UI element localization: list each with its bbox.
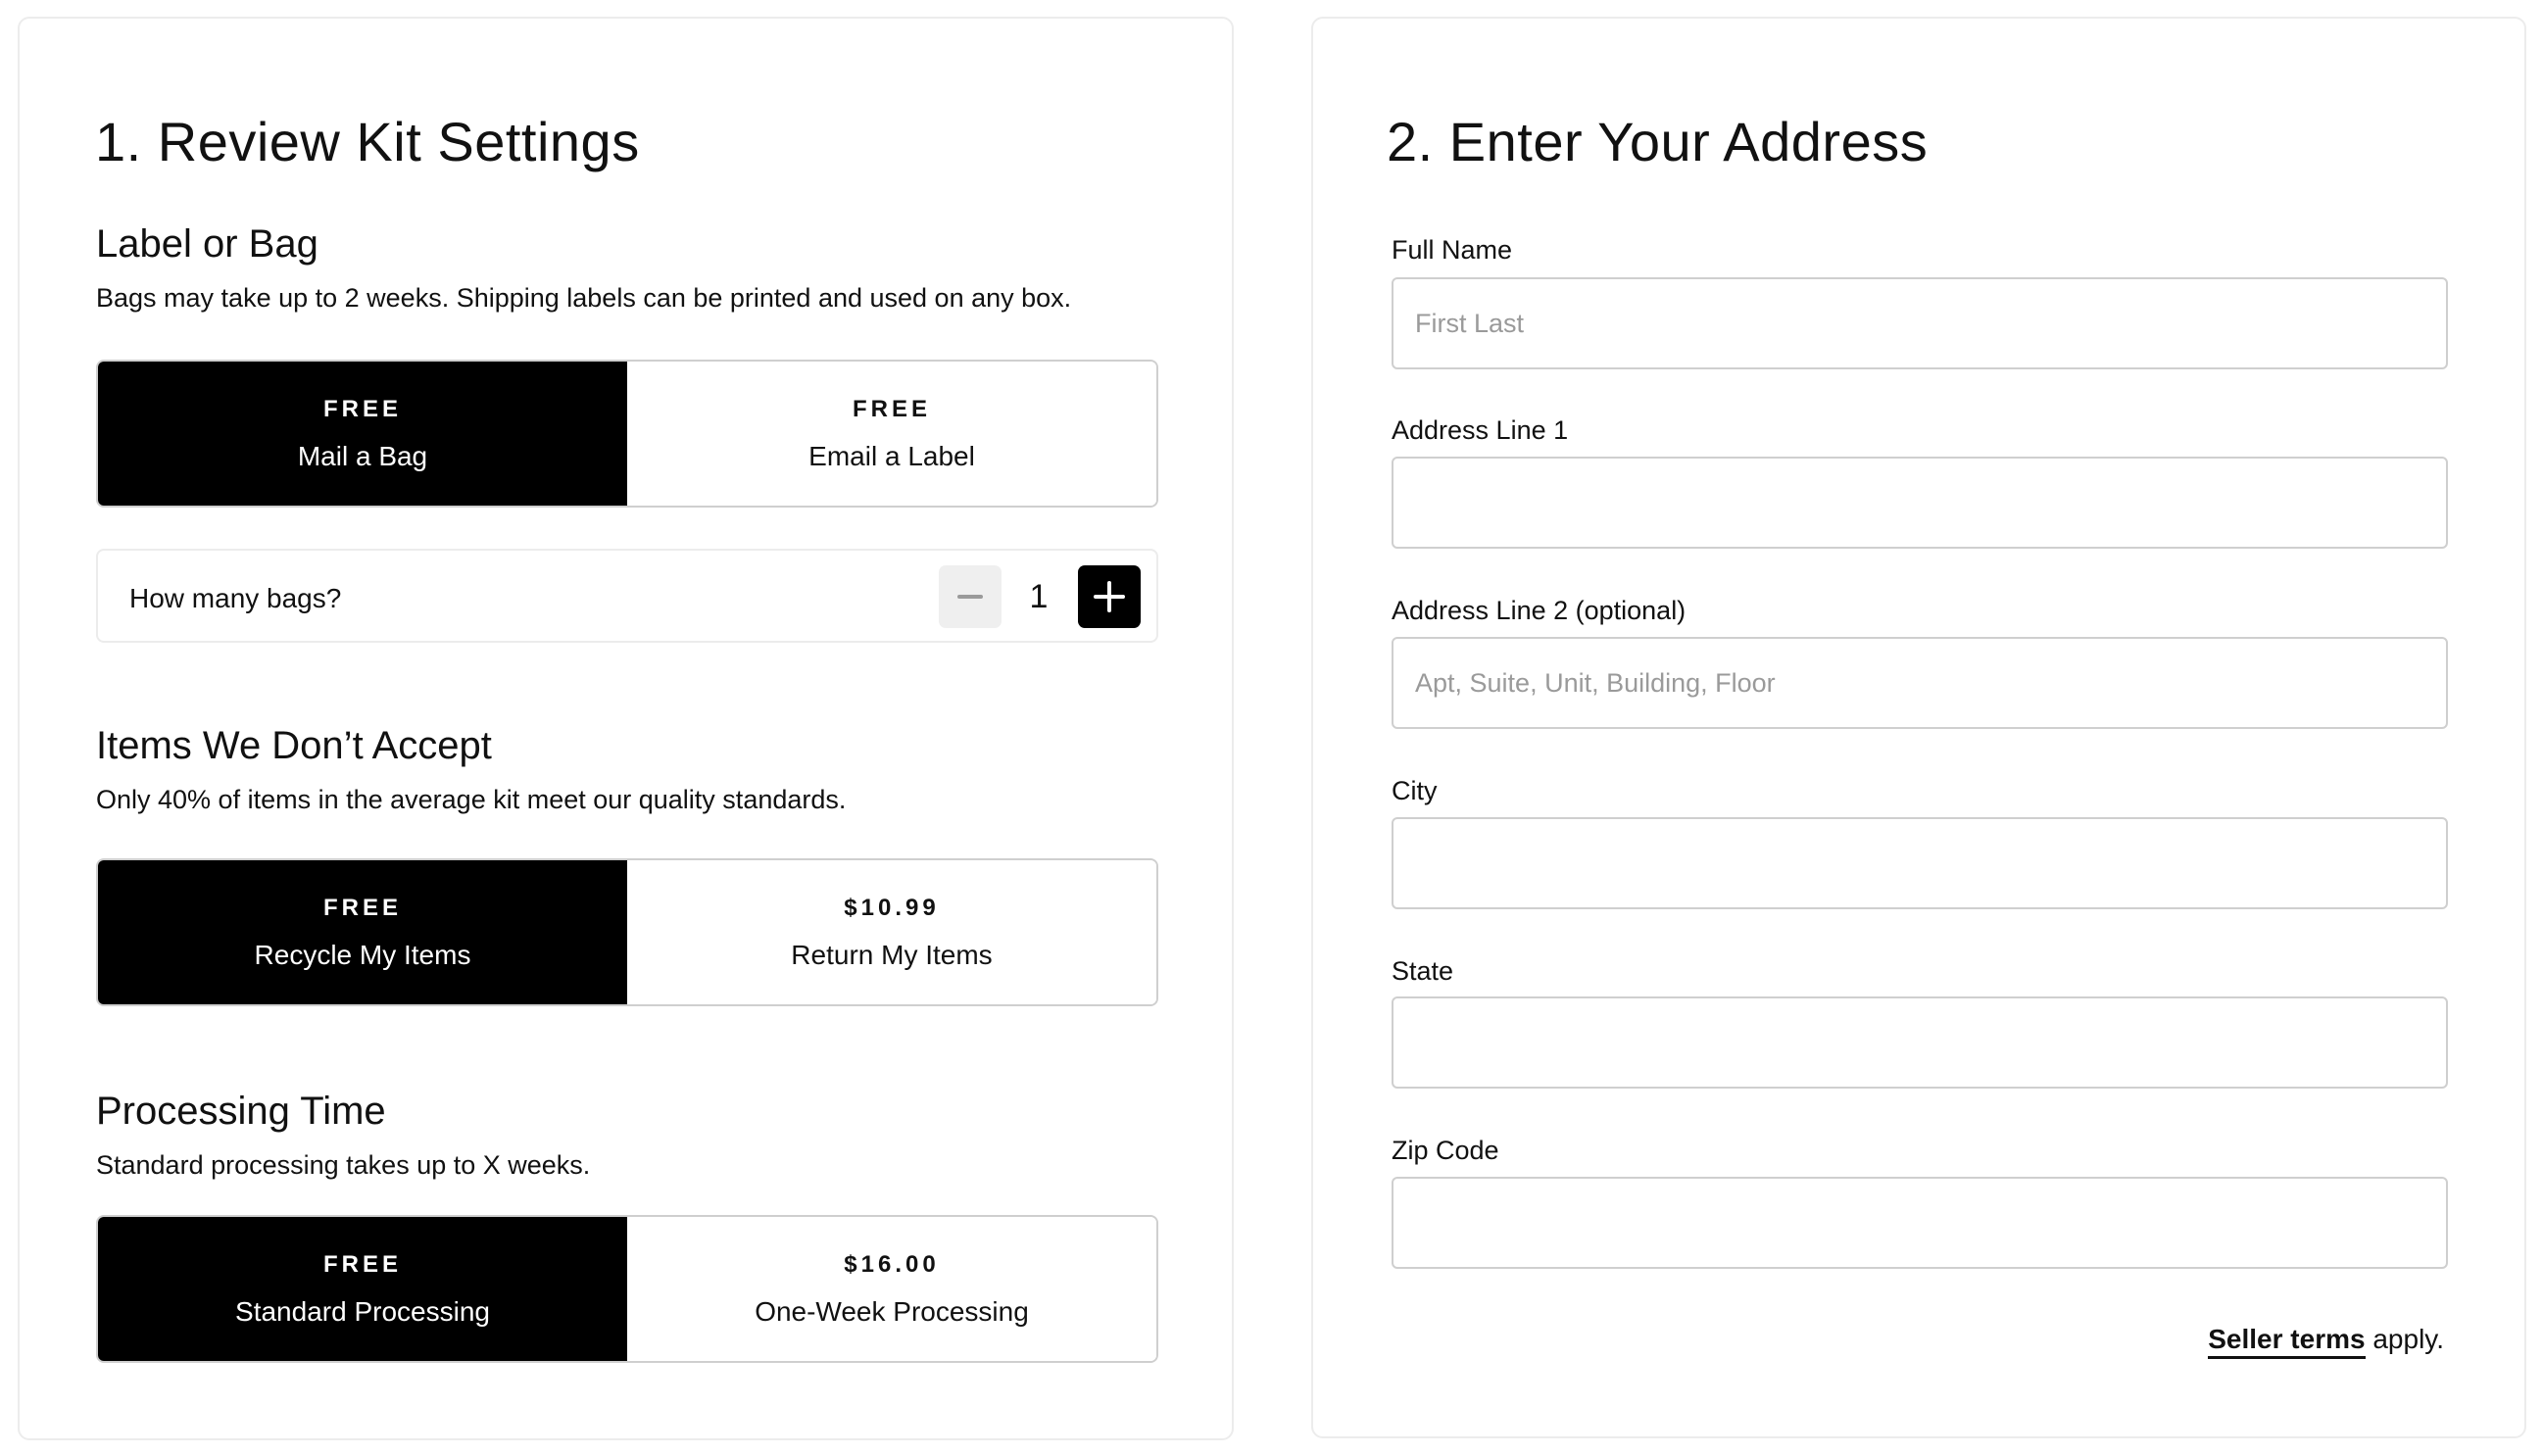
option-price: $16.00 xyxy=(844,1250,940,1278)
minus-icon xyxy=(957,595,983,599)
label-or-bag-title: Label or Bag xyxy=(96,222,318,266)
zip-code-label: Zip Code xyxy=(1392,1136,1499,1165)
address-line-2-label: Address Line 2 (optional) xyxy=(1392,596,1687,625)
option-email-a-label[interactable]: FREE Email a Label xyxy=(627,362,1156,506)
state-label: State xyxy=(1392,956,1454,986)
option-recycle-my-items[interactable]: FREE Recycle My Items xyxy=(98,860,627,1004)
option-return-my-items[interactable]: $10.99 Return My Items xyxy=(627,860,1156,1004)
option-name: Mail a Bag xyxy=(297,440,428,471)
option-name: Email a Label xyxy=(808,440,975,471)
option-name: Return My Items xyxy=(791,939,993,970)
kit-settings-title: 1. Review Kit Settings xyxy=(95,111,640,172)
seller-terms-link[interactable]: Seller terms xyxy=(2208,1324,2366,1359)
option-name: Recycle My Items xyxy=(254,939,471,970)
address-line-1-label: Address Line 1 xyxy=(1392,415,1569,445)
option-price: $10.99 xyxy=(844,894,940,921)
kit-settings-panel: 1. Review Kit Settings Label or Bag Bags… xyxy=(18,17,1234,1440)
option-price: FREE xyxy=(322,395,402,422)
option-price: FREE xyxy=(322,894,402,921)
items-not-accepted-description: Only 40% of items in the average kit mee… xyxy=(96,785,847,814)
option-one-week-processing[interactable]: $16.00 One-Week Processing xyxy=(627,1217,1156,1361)
seller-terms-note: Seller terms apply. xyxy=(2208,1324,2444,1359)
city-input[interactable] xyxy=(1392,817,2448,909)
label-or-bag-description: Bags may take up to 2 weeks. Shipping la… xyxy=(96,283,1072,313)
option-name: Standard Processing xyxy=(235,1295,490,1327)
option-name: One-Week Processing xyxy=(755,1295,1029,1327)
option-price: FREE xyxy=(852,395,931,422)
items-not-accepted-title: Items We Don’t Accept xyxy=(96,724,492,767)
bag-count-stepper: How many bags? 1 xyxy=(96,549,1158,643)
increment-button[interactable] xyxy=(1078,565,1141,628)
full-name-input[interactable] xyxy=(1392,277,2448,369)
processing-time-toggle: FREE Standard Processing $16.00 One-Week… xyxy=(96,1215,1158,1363)
processing-time-description: Standard processing takes up to X weeks. xyxy=(96,1150,591,1180)
processing-time-title: Processing Time xyxy=(96,1090,386,1133)
zip-code-input[interactable] xyxy=(1392,1177,2448,1269)
address-line-1-input[interactable] xyxy=(1392,457,2448,549)
bag-count-value: 1 xyxy=(1029,578,1049,615)
label-or-bag-toggle: FREE Mail a Bag FREE Email a Label xyxy=(96,360,1158,508)
address-title: 2. Enter Your Address xyxy=(1387,111,1929,172)
option-mail-a-bag[interactable]: FREE Mail a Bag xyxy=(98,362,627,506)
address-panel: 2. Enter Your Address Full Name Address … xyxy=(1311,17,2526,1438)
seller-terms-suffix: apply. xyxy=(2365,1324,2444,1354)
items-not-accepted-toggle: FREE Recycle My Items $10.99 Return My I… xyxy=(96,858,1158,1006)
option-price: FREE xyxy=(322,1250,402,1278)
plus-icon xyxy=(1094,581,1125,612)
option-standard-processing[interactable]: FREE Standard Processing xyxy=(98,1217,627,1361)
state-input[interactable] xyxy=(1392,996,2448,1089)
full-name-label: Full Name xyxy=(1392,235,1513,265)
address-line-2-input[interactable] xyxy=(1392,637,2448,729)
city-label: City xyxy=(1392,776,1438,805)
decrement-button[interactable] xyxy=(939,565,1002,628)
bag-count-label: How many bags? xyxy=(129,583,342,613)
